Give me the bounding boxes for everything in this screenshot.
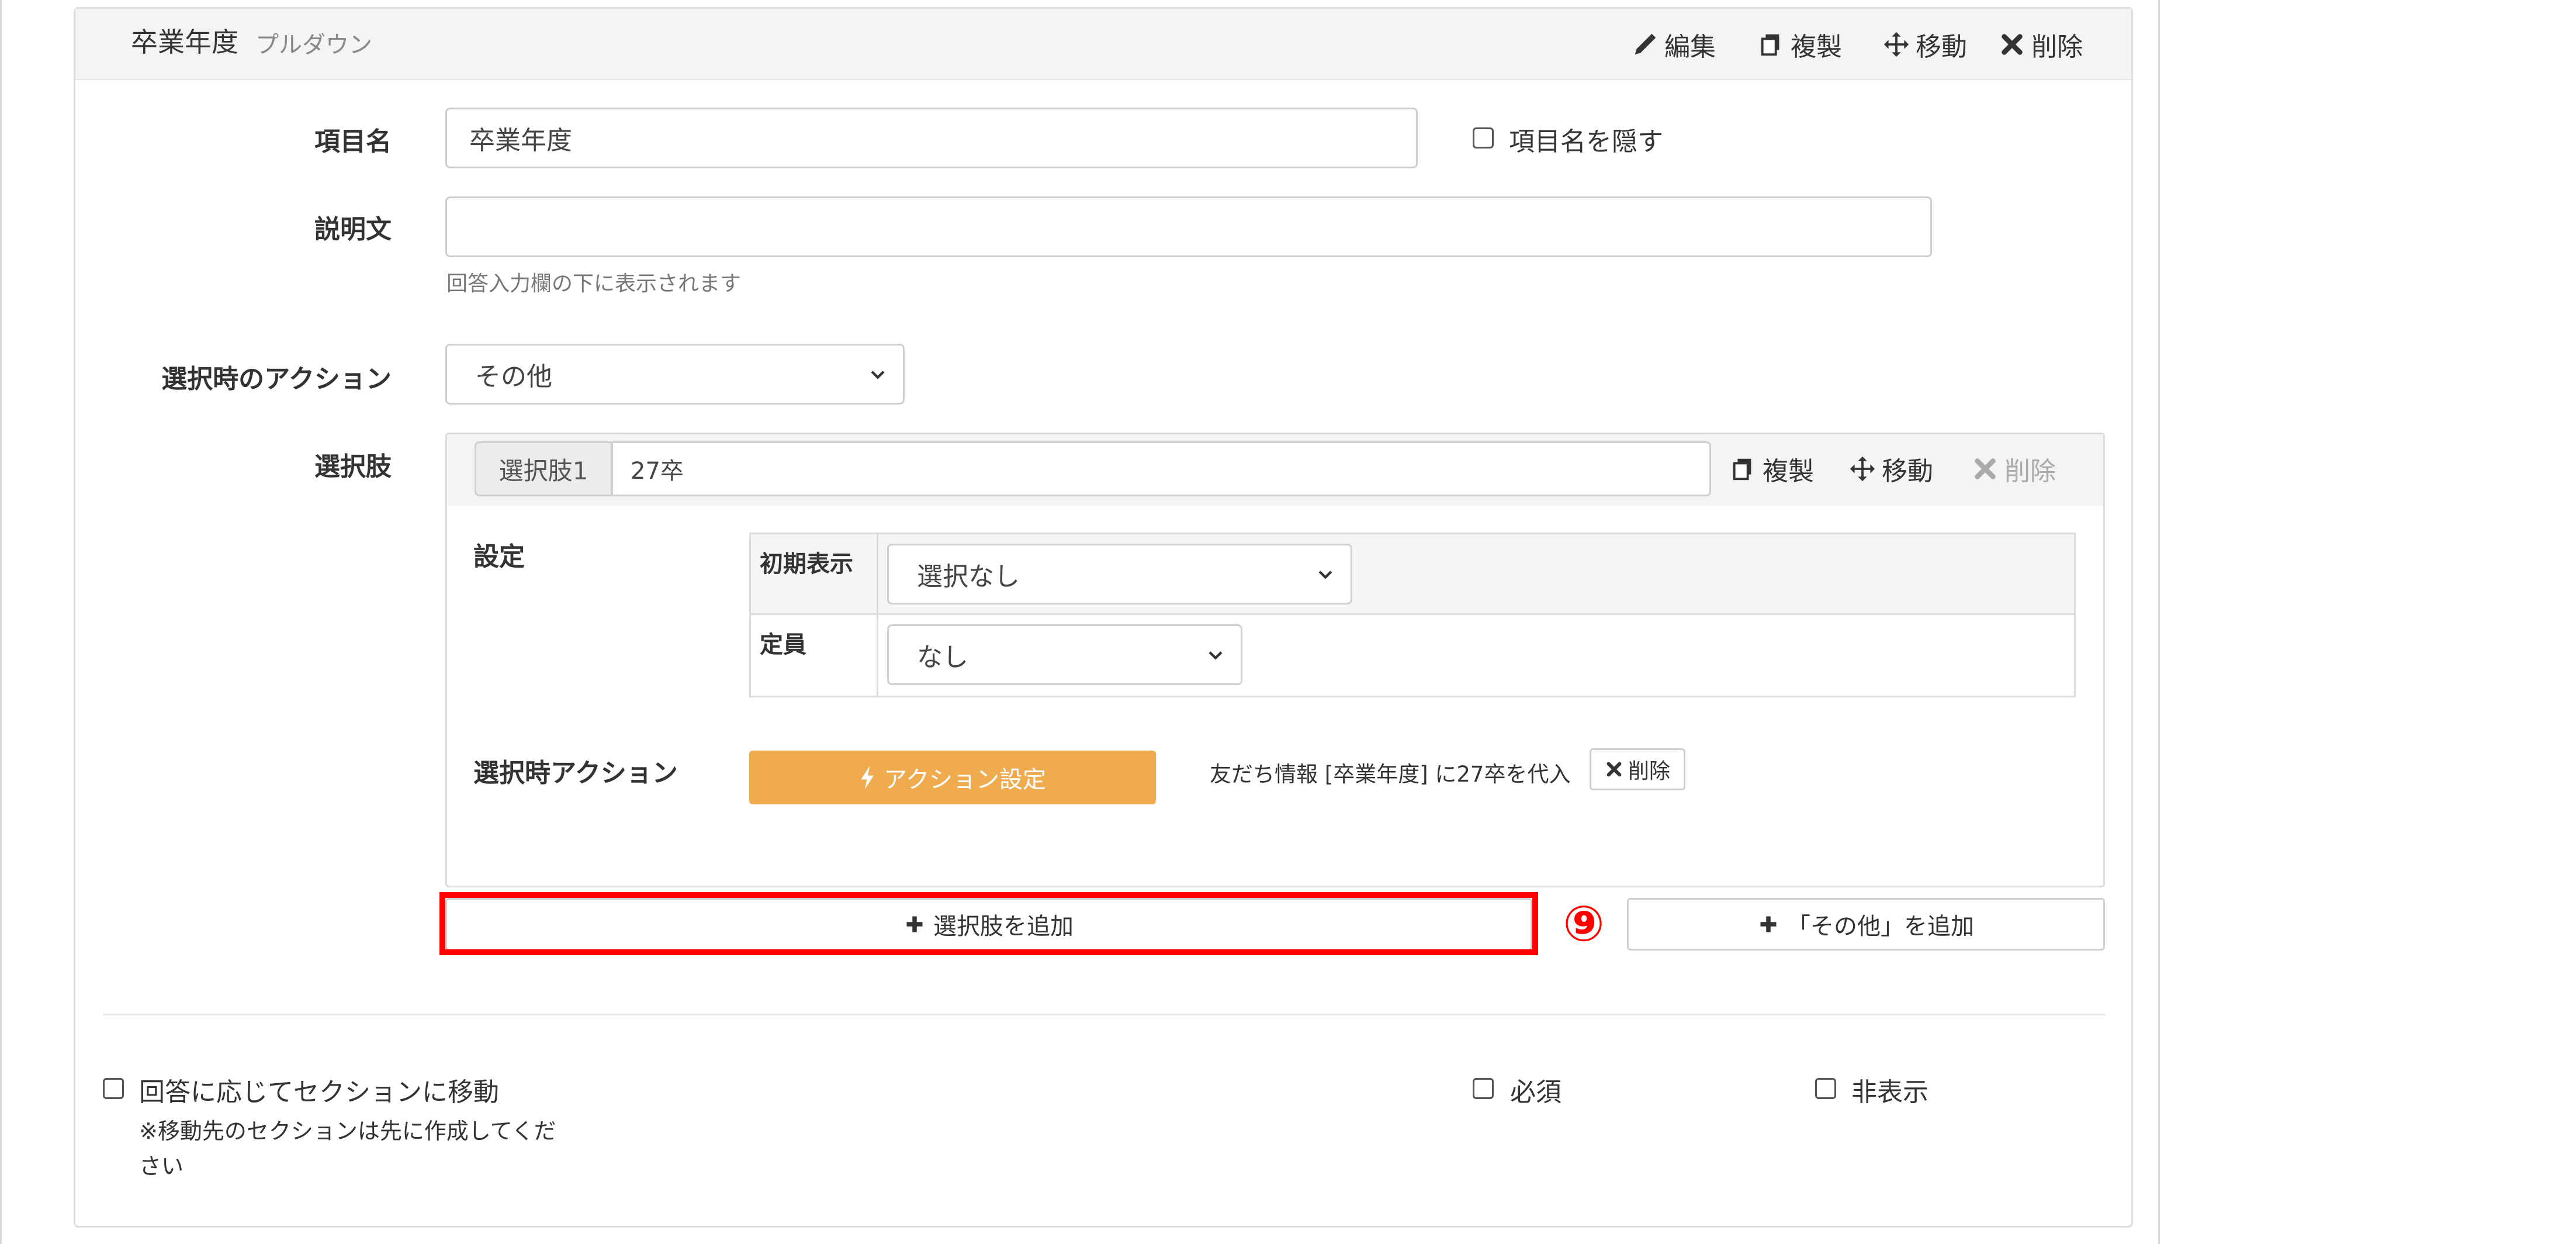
hide-name-checkbox[interactable]: [1473, 127, 1494, 148]
hidden-label: 非表示: [1851, 1077, 1928, 1107]
close-icon: [1606, 762, 1622, 777]
hidden-checkbox[interactable]: [1815, 1078, 1836, 1099]
move-icon: [1850, 456, 1875, 482]
column-divider: [877, 534, 878, 696]
chevron-down-icon: [1209, 651, 1223, 660]
initial-display-value: 選択なし: [917, 562, 1020, 592]
choice-move-label: 移動: [1882, 457, 1933, 486]
edit-label: 編集: [1664, 32, 1716, 62]
choice-number: 選択肢1: [475, 441, 612, 496]
initial-display-label: 初期表示: [760, 551, 853, 578]
settings-label: 設定: [473, 542, 525, 572]
choice-move-button[interactable]: 移動: [1849, 450, 1933, 488]
step-marker: ⑨: [1563, 895, 1605, 952]
move-button[interactable]: 移動: [1883, 26, 1967, 63]
close-icon: [1975, 458, 1996, 479]
description-label: 説明文: [314, 215, 392, 244]
duplicate-label: 複製: [1791, 32, 1842, 62]
delete-button[interactable]: 削除: [1999, 26, 2083, 63]
move-icon: [1883, 32, 1909, 57]
action-settings-label: アクション設定: [884, 766, 1046, 793]
add-other-label: 「その他」を追加: [1787, 913, 1974, 940]
bolt-icon: [861, 766, 874, 789]
copy-icon: [1761, 34, 1779, 56]
duplicate-button[interactable]: 複製: [1758, 26, 1842, 63]
choice-value: 27卒: [631, 458, 684, 485]
add-other-button[interactable]: 「その他」を追加: [1627, 898, 2105, 951]
delete-label: 削除: [2031, 32, 2083, 62]
capacity-label: 定員: [760, 631, 806, 658]
plus-icon: [1760, 916, 1777, 932]
required-label: 必須: [1510, 1077, 1561, 1107]
pencil-icon: [1635, 33, 1656, 55]
initial-display-dropdown[interactable]: 選択なし: [887, 544, 1352, 604]
item-name-input[interactable]: 卒業年度: [445, 108, 1418, 168]
item-name-label: 項目名: [314, 127, 392, 157]
section-divider: [103, 1014, 2105, 1015]
chevron-down-icon: [871, 371, 885, 379]
item-name-value: 卒業年度: [469, 126, 572, 156]
choices-label: 選択肢: [314, 452, 392, 482]
question-type: プルダウン: [255, 32, 372, 58]
chevron-down-icon: [1318, 571, 1332, 579]
choice-input[interactable]: 27卒: [611, 441, 1711, 496]
section-jump-label: 回答に応じてセクションに移動: [139, 1077, 499, 1107]
choice-duplicate-button[interactable]: 複製: [1730, 450, 1814, 488]
hide-name-label: 項目名を隠す: [1509, 127, 1663, 157]
action-delete-label: 削除: [1628, 759, 1670, 783]
select-action-value: その他: [475, 362, 552, 392]
move-label: 移動: [1916, 32, 1967, 62]
row-divider: [751, 613, 2074, 615]
choice-delete-label: 削除: [2004, 457, 2056, 486]
highlight-box: [439, 892, 1538, 955]
description-input[interactable]: [445, 196, 1932, 257]
action-settings-button[interactable]: アクション設定: [749, 751, 1156, 804]
edit-button[interactable]: 編集: [1632, 26, 1716, 63]
question-title: 卒業年度: [131, 26, 238, 58]
capacity-value: なし: [917, 642, 968, 672]
section-jump-note-2: さい: [139, 1153, 184, 1179]
action-delete-button[interactable]: 削除: [1590, 748, 1685, 790]
section-jump-checkbox[interactable]: [103, 1078, 124, 1099]
description-help: 回答入力欄の下に表示されます: [446, 272, 742, 296]
close-icon: [2002, 34, 2023, 55]
choice-duplicate-label: 複製: [1763, 457, 1814, 486]
section-jump-note-1: ※移動先のセクションは先に作成してくだ: [139, 1118, 556, 1144]
select-action-dropdown[interactable]: その他: [445, 344, 905, 405]
required-checkbox[interactable]: [1473, 1078, 1494, 1099]
select-action-label: 選択時のアクション: [161, 364, 392, 394]
action-section-label: 選択時アクション: [473, 758, 678, 788]
choice-delete-button[interactable]: 削除: [1972, 450, 2056, 488]
action-description: 友だち情報 [卒業年度] に27卒を代入: [1210, 762, 1571, 787]
copy-icon: [1733, 458, 1751, 481]
capacity-dropdown[interactable]: なし: [887, 624, 1242, 685]
